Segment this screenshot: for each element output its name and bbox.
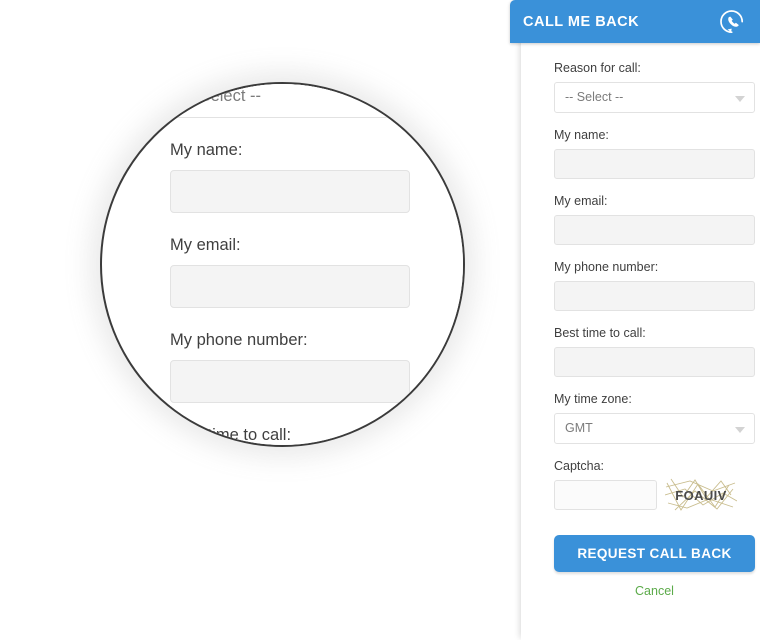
call-me-back-panel: Reason for call: -- Select -- My name: M…: [510, 0, 760, 640]
field-label-my-name: My name:: [554, 128, 609, 142]
magnified-my-phone-number-field: My phone number:: [170, 330, 463, 403]
field-label-my-phone-number: My phone number:: [554, 260, 659, 274]
call-me-back-form: Reason for call: -- Select -- My name: M…: [521, 32, 760, 640]
magnifier-lens: -- Select -- My name: My email: My phone…: [100, 82, 465, 447]
chevron-down-icon: [735, 95, 745, 102]
captcha-row: FOAUIV: [554, 478, 744, 513]
magnified-reason-for-call-value: -- Select --: [184, 86, 262, 105]
field-label-my-time-zone: My time zone:: [554, 392, 632, 406]
field-my-time-zone: My time zone: GMT: [554, 391, 755, 444]
my-phone-number-input[interactable]: [554, 281, 755, 311]
my-email-input[interactable]: [554, 215, 755, 245]
magnified-reason-for-call-field: -- Select --: [170, 84, 463, 118]
magnified-label-best-time-to-call: Best time to call:: [170, 426, 292, 444]
magnified-my-phone-number-input[interactable]: [170, 360, 410, 403]
magnified-my-name-input[interactable]: [170, 170, 410, 213]
magnified-my-email-field: My email:: [170, 235, 463, 308]
captcha-input[interactable]: [554, 480, 657, 510]
field-label-my-email: My email:: [554, 194, 608, 208]
field-captcha: Captcha: FOAUIV: [554, 458, 744, 513]
field-reason-for-call: Reason for call: -- Select --: [554, 60, 755, 113]
field-best-time-to-call: Best time to call:: [554, 325, 755, 377]
my-time-zone-value: GMT: [565, 421, 593, 436]
phone-callback-icon: [720, 9, 744, 33]
field-label-captcha: Captcha:: [554, 459, 605, 473]
field-my-name: My name:: [554, 127, 755, 179]
panel-title: CALL ME BACK: [523, 13, 640, 30]
request-call-back-button[interactable]: REQUEST CALL BACK: [554, 535, 755, 572]
field-label-reason-for-call: Reason for call:: [554, 61, 641, 75]
captcha-text: FOAUIV: [675, 488, 727, 503]
magnified-label-my-phone-number: My phone number:: [170, 331, 308, 349]
my-time-zone-select[interactable]: GMT: [554, 413, 755, 444]
magnified-label-my-name: My name:: [170, 141, 243, 159]
magnified-my-name-field: My name:: [170, 140, 463, 213]
chevron-down-icon: [735, 426, 745, 433]
panel-header: CALL ME BACK: [510, 0, 760, 43]
magnified-my-email-input[interactable]: [170, 265, 410, 308]
magnified-label-my-email: My email:: [170, 236, 241, 254]
cancel-link[interactable]: Cancel: [554, 584, 755, 598]
reason-for-call-value: -- Select --: [565, 90, 624, 105]
field-label-best-time-to-call: Best time to call:: [554, 326, 646, 340]
magnified-best-time-to-call-field: Best time to call:: [170, 425, 463, 445]
captcha-image: FOAUIV: [665, 478, 737, 511]
my-name-input[interactable]: [554, 149, 755, 179]
field-my-phone-number: My phone number:: [554, 259, 755, 311]
field-my-email: My email:: [554, 193, 755, 245]
magnified-form-content: -- Select -- My name: My email: My phone…: [170, 84, 463, 445]
magnified-reason-for-call-select[interactable]: -- Select --: [170, 84, 410, 118]
best-time-to-call-input[interactable]: [554, 347, 755, 377]
reason-for-call-select[interactable]: -- Select --: [554, 82, 755, 113]
